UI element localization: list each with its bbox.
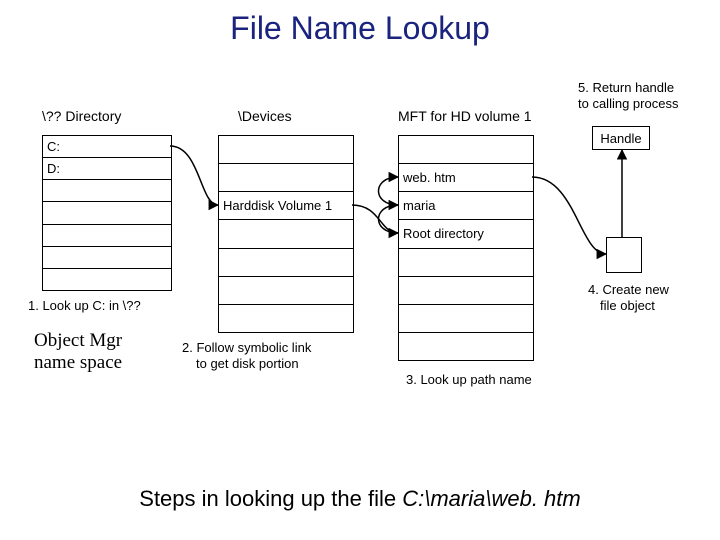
caption: Steps in looking up the file C:\maria\we… <box>0 486 720 512</box>
table-row: D: <box>43 157 171 179</box>
table-row: web. htm <box>399 163 533 191</box>
col-header-mft: MFT for HD volume 1 <box>398 108 532 124</box>
table-row <box>219 219 353 247</box>
table-row <box>399 248 533 276</box>
objmgr-label-l1: Object Mgr <box>34 330 122 353</box>
table-mft: web. htm maria Root directory <box>398 135 534 361</box>
table-row <box>43 268 171 290</box>
table-devices: Harddisk Volume 1 <box>218 135 354 333</box>
handle-box: Handle <box>592 126 650 150</box>
table-row <box>43 201 171 223</box>
table-row: Root directory <box>399 219 533 247</box>
table-row: C: <box>43 136 171 157</box>
step-1-label: 1. Look up C: in \?? <box>28 298 141 314</box>
col-header-devices: \Devices <box>238 108 292 124</box>
step-3-label: 3. Look up path name <box>406 372 532 388</box>
table-row <box>43 224 171 246</box>
caption-path: C:\maria\web. htm <box>402 486 581 511</box>
table-row <box>43 179 171 201</box>
col-header-dir: \?? Directory <box>42 108 121 124</box>
step-4-label-l2: file object <box>600 298 655 314</box>
objmgr-label-l2: name space <box>34 352 122 375</box>
table-row <box>219 163 353 191</box>
table-row <box>43 246 171 268</box>
table-row: maria <box>399 191 533 219</box>
step-5-label-l2: to calling process <box>578 96 678 112</box>
step-2-label-l2: to get disk portion <box>196 356 299 372</box>
table-dir: C: D: <box>42 135 172 291</box>
step-2-label-l1: 2. Follow symbolic link <box>182 340 311 356</box>
table-row <box>219 304 353 332</box>
table-row <box>219 136 353 163</box>
file-object-box <box>606 237 642 273</box>
table-row <box>399 304 533 332</box>
table-row <box>219 276 353 304</box>
table-row <box>399 276 533 304</box>
table-row: Harddisk Volume 1 <box>219 191 353 219</box>
step-5-label-l1: 5. Return handle <box>578 80 674 96</box>
table-row <box>219 248 353 276</box>
table-row <box>399 332 533 360</box>
page-title: File Name Lookup <box>0 10 720 47</box>
step-4-label-l1: 4. Create new <box>588 282 669 298</box>
table-row <box>399 136 533 163</box>
caption-prefix: Steps in looking up the file <box>139 486 402 511</box>
